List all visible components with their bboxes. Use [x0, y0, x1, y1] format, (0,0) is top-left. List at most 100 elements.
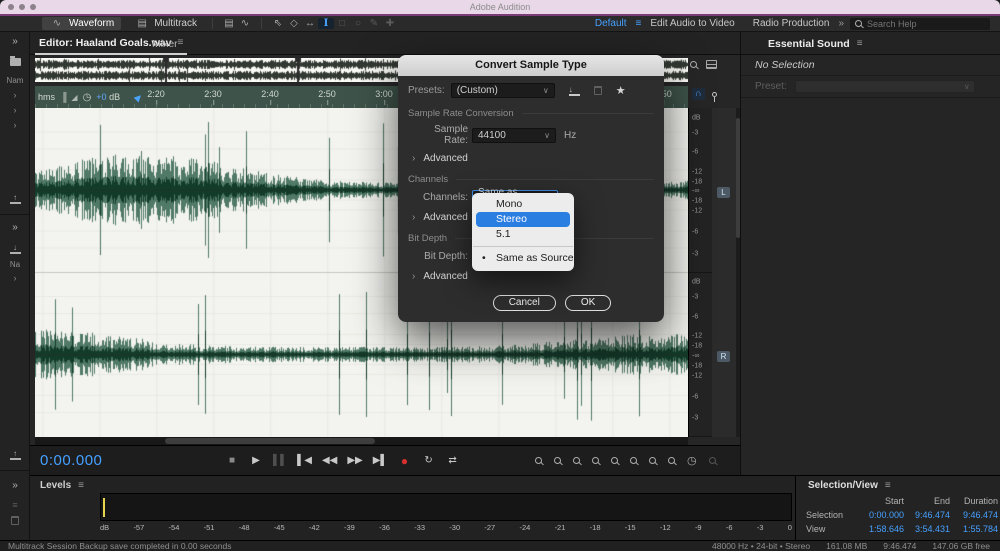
pin-marker-icon[interactable] [712, 92, 717, 97]
waveform-display-icon[interactable]: ∿ [237, 18, 253, 29]
editor-panel-menu-icon[interactable]: ≡ [177, 37, 183, 48]
skip-selection-button[interactable]: ⇄ [446, 455, 460, 466]
zoom-in-point-button[interactable] [630, 457, 637, 464]
levels-panel-expand-icon[interactable]: » [0, 480, 30, 491]
fast-forward-button[interactable]: ▶▶ [347, 455, 362, 466]
view-duration[interactable]: 1:55.784 [950, 524, 998, 534]
stop-button[interactable]: ■ [225, 455, 239, 466]
left-channel-badge[interactable]: L [717, 187, 730, 198]
bit-depth-advanced-toggle[interactable]: › Advanced [412, 271, 654, 282]
zoom-out-amplitude-button[interactable] [592, 457, 599, 464]
tab-essential-sound[interactable]: Essential Sound ≡ [768, 32, 863, 55]
favorite-preset-icon[interactable]: ★ [616, 84, 626, 97]
favorites-panel-expand-icon[interactable]: » [0, 222, 30, 233]
zoom-fit-icon[interactable] [690, 61, 697, 68]
view-start[interactable]: 1:58.646 [852, 524, 904, 534]
skip-to-start-button[interactable]: ▌◀ [297, 455, 312, 466]
files-panel-icon[interactable] [0, 58, 30, 69]
workspace-edit-audio-to-video[interactable]: Edit Audio to Video [650, 18, 734, 29]
view-end[interactable]: 3:54.431 [904, 524, 950, 534]
menu-item-mono[interactable]: Mono [472, 197, 574, 212]
horizontal-scrollbar[interactable] [35, 437, 688, 445]
right-channel-badge[interactable]: R [717, 351, 730, 362]
gain-value[interactable]: +0 [96, 92, 106, 102]
import-files-button[interactable]: ↓ [0, 242, 30, 254]
workspace-menu-icon[interactable]: ≡ [636, 18, 642, 29]
export-session-button[interactable]: ↑ [0, 448, 30, 460]
workspace-radio-production[interactable]: Radio Production [753, 18, 830, 29]
export-files-button[interactable]: ↑ [0, 192, 30, 204]
favorites-row-chevron-icon[interactable]: › [0, 273, 30, 283]
zoom-history-icon[interactable]: ◷ [687, 454, 697, 467]
channels-group-title: Channels [408, 174, 654, 185]
selection-duration[interactable]: 9:46.474 [950, 510, 998, 520]
menu-item-same-as-source[interactable]: • Same as Source [472, 251, 574, 266]
selection-view-menu-icon[interactable]: ≡ [885, 480, 891, 491]
file-row-chevron-icon[interactable]: › [0, 120, 30, 130]
pause-button[interactable]: ▌▌ [273, 455, 287, 466]
time-selection-tool-icon[interactable]: I [318, 18, 334, 29]
sample-rate-advanced-toggle[interactable]: › Advanced [412, 153, 654, 164]
cancel-button[interactable]: Cancel [493, 295, 556, 311]
spectral-display-icon[interactable]: ▤ [221, 18, 237, 29]
workspace-default[interactable]: Default [595, 18, 627, 29]
spot-healing-tool-icon[interactable]: ✚ [382, 18, 398, 29]
razor-tool-icon[interactable]: ◇ [286, 18, 302, 29]
sample-rate-dropdown[interactable]: 44100 ∨ [472, 128, 556, 143]
skip-to-end-button[interactable]: ▶▌ [373, 455, 388, 466]
tab-mixer[interactable]: Mixer [152, 32, 178, 55]
playhead-arrow-icon[interactable]: ▶ [132, 91, 145, 104]
status-duration: 9:46.474 [883, 541, 916, 551]
loop-playback-button[interactable]: ↻ [422, 455, 436, 466]
paintbrush-tool-icon[interactable]: ✎ [366, 18, 382, 29]
mixer-controls-button[interactable]: ≡ [0, 500, 30, 511]
ok-button[interactable]: OK [565, 295, 611, 311]
selection-start[interactable]: 0:00.000 [852, 510, 904, 520]
fade-icon[interactable]: ◢ [71, 93, 77, 102]
export-icon: ↑ [10, 450, 21, 460]
file-row-chevron-icon[interactable]: › [0, 105, 30, 115]
panel-layout-icon[interactable] [706, 60, 717, 69]
file-row-chevron-icon[interactable]: › [0, 90, 30, 100]
lasso-selection-tool-icon[interactable]: ○ [350, 18, 366, 29]
save-preset-icon[interactable]: ↓ [569, 86, 580, 96]
current-selection-dot: • [482, 251, 486, 266]
menu-item-5-1[interactable]: 5.1 [472, 227, 574, 242]
slip-tool-icon[interactable]: ↔ [302, 18, 318, 29]
search-help-box[interactable] [850, 18, 990, 30]
zoom-out-button[interactable] [554, 457, 561, 464]
hud-drag-handle[interactable]: ▐ [60, 92, 66, 102]
essential-sound-menu-icon[interactable]: ≡ [857, 38, 863, 49]
files-panel-expand-icon[interactable]: » [0, 36, 30, 47]
move-tool-icon[interactable]: ⇖ [270, 18, 286, 29]
zoom-in-amplitude-button[interactable] [573, 457, 580, 464]
marquee-selection-tool-icon[interactable]: □ [334, 18, 350, 29]
play-button[interactable]: ▶ [249, 455, 263, 466]
left-panel-rail: » Nam › › › ↑ » ↓ Na › ↑ » ≡ [0, 32, 30, 540]
waveform-view-button[interactable]: ∿ Waveform [42, 17, 121, 30]
multitrack-icon: ▤ [134, 18, 150, 29]
levels-menu-icon[interactable]: ≡ [78, 480, 84, 491]
monitor-headphone-icon[interactable]: ∩ [692, 88, 705, 100]
selection-view-panel: Selection/View ≡ Start End Duration Sele… [795, 476, 1000, 541]
record-button[interactable]: ● [398, 454, 412, 468]
dialog-title[interactable]: Convert Sample Type [398, 55, 664, 76]
preset-dropdown[interactable]: ∨ [795, 80, 975, 93]
zoom-selection-button[interactable] [668, 457, 675, 464]
bit-depth-label: Bit Depth: [408, 251, 468, 262]
left-channel-scale: dB -3 -6 -12 -18 -∞ -18 -12 -6 -3 [689, 108, 713, 273]
search-input[interactable] [867, 19, 977, 29]
zoom-out-point-button[interactable] [649, 457, 656, 464]
playhead-time[interactable]: 0:00.000 [40, 452, 102, 469]
presets-dropdown[interactable]: (Custom) ∨ [451, 83, 555, 98]
selection-end[interactable]: 9:46.474 [904, 510, 950, 520]
zoom-in-button[interactable] [535, 457, 542, 464]
channels-popup-menu: Mono Stereo 5.1 • Same as Source [472, 193, 574, 271]
rewind-button[interactable]: ◀◀ [322, 455, 337, 466]
zoom-reset-button[interactable] [611, 457, 618, 464]
workspace-overflow-icon[interactable]: » [838, 18, 844, 29]
multitrack-view-button[interactable]: ▤ Multitrack [127, 17, 204, 30]
delete-button[interactable] [0, 516, 30, 528]
menu-item-stereo[interactable]: Stereo [476, 212, 570, 227]
clock-icon[interactable]: ◷ [83, 92, 92, 103]
